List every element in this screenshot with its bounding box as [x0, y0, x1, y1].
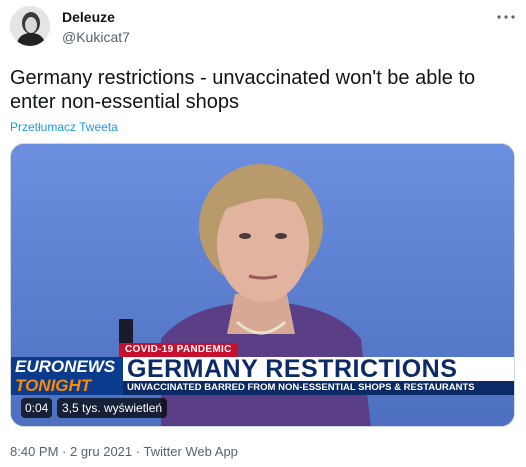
video-time: 0:04	[21, 398, 53, 418]
video-subheadline: UNVACCINATED BARRED FROM NON-ESSENTIAL S…	[127, 382, 475, 393]
more-dots-icon	[497, 15, 515, 19]
more-options-button[interactable]	[494, 8, 518, 26]
tweet-text: Germany restrictions - unvaccinated won'…	[10, 67, 476, 113]
author-name[interactable]: Deleuze	[62, 9, 115, 25]
author-handle[interactable]: @Kukicat7	[62, 29, 130, 45]
tweet-source[interactable]: Twitter Web App	[143, 444, 237, 459]
meta-separator: ·	[58, 444, 70, 459]
avatar-portrait	[10, 6, 50, 46]
video-views: 3,5 tys. wyświetleń	[57, 398, 168, 418]
video-player[interactable]: COVID-19 PANDEMIC EURONEWS TONIGHT GERMA…	[10, 143, 515, 427]
logo-line-1: EURONEWS	[15, 357, 116, 376]
tweet-date[interactable]: 2 gru 2021	[70, 444, 132, 459]
tweet-meta: 8:40 PM · 2 gru 2021 · Twitter Web App	[10, 444, 238, 459]
video-headline: GERMANY RESTRICTIONS	[127, 355, 458, 383]
euronews-logo: EURONEWS TONIGHT	[11, 357, 123, 395]
tweet-time[interactable]: 8:40 PM	[10, 444, 58, 459]
logo-line-2: TONIGHT	[15, 376, 92, 395]
translate-tweet-link[interactable]: Przetłumacz Tweeta	[10, 120, 118, 134]
avatar[interactable]	[10, 6, 50, 46]
meta-separator: ·	[132, 444, 144, 459]
